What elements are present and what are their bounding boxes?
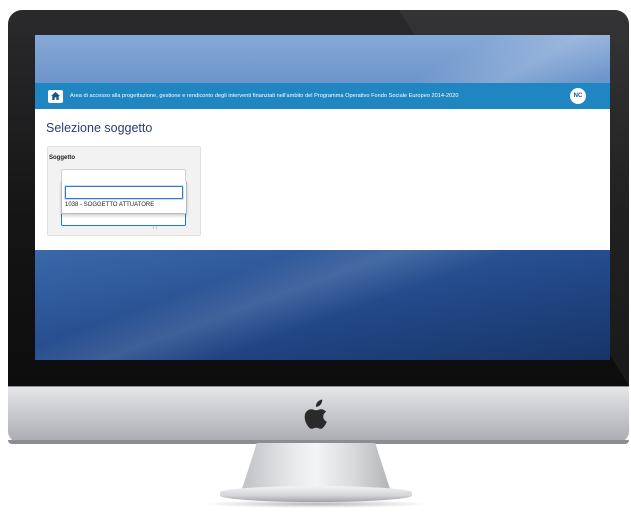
screen: Area di accesso alla progettazione, gest… [35, 35, 610, 360]
desktop-wallpaper-bottom [35, 250, 610, 360]
banner-text: Area di accesso alla progettazione, gest… [70, 93, 459, 99]
top-navbar: Area di accesso alla progettazione, gest… [35, 83, 610, 109]
home-button[interactable] [48, 89, 63, 103]
dropdown-search-input[interactable] [65, 186, 183, 199]
page-title: Selezione soggetto [46, 121, 153, 135]
user-avatar[interactable]: NC [570, 88, 586, 104]
imac-stand-foot [220, 486, 412, 502]
select-hint-text: ǀ ǀ [153, 225, 157, 231]
dropdown-option[interactable]: 1038 - SOGGETTO ATTUATORE [65, 202, 154, 208]
app-window: Area di accesso alla progettazione, gest… [35, 83, 610, 250]
soggetto-label: Soggetto [49, 155, 75, 161]
imac-device: Area di accesso alla progettazione, gest… [0, 0, 631, 514]
soggetto-dropdown: 1038 - SOGGETTO ATTUATORE [61, 181, 187, 214]
imac-stand [242, 443, 390, 489]
apple-logo-icon [304, 399, 327, 429]
home-icon [51, 92, 60, 100]
